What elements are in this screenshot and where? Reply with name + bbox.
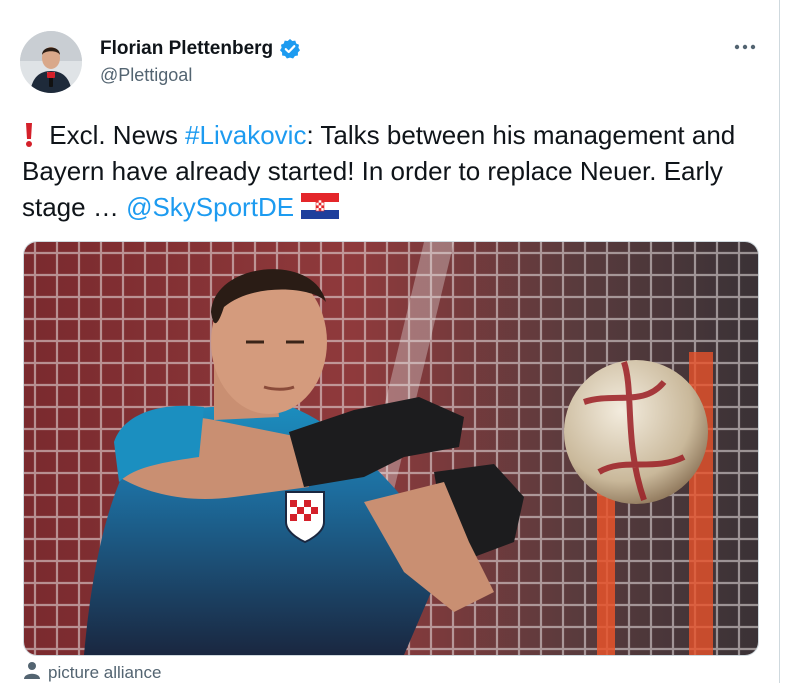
mention-link[interactable]: @SkySportDE (126, 192, 294, 222)
tweet-text-part1: Excl. News (49, 120, 186, 150)
credit-text: picture alliance (48, 662, 162, 682)
verified-badge-icon[interactable] (279, 38, 301, 60)
avatar[interactable] (20, 31, 82, 93)
author-name-row: Florian Plettenberg (100, 38, 301, 60)
image-credit: picture alliance (24, 661, 161, 684)
hashtag-link[interactable]: #Livakovic (185, 120, 306, 150)
author-handle[interactable]: @Plettigoal (100, 65, 192, 86)
tweet-media-image[interactable] (23, 241, 759, 656)
more-options-icon[interactable] (730, 36, 760, 58)
goalkeeper-photo (24, 242, 758, 655)
exclamation-icon (22, 120, 49, 150)
tweet-card: Florian Plettenberg @Plettigoal Excl. Ne… (0, 0, 780, 683)
tweet-text: Excl. News #Livakovic: Talks between his… (22, 117, 762, 228)
author-display-name[interactable]: Florian Plettenberg (100, 38, 273, 60)
croatia-flag-icon (301, 192, 340, 228)
person-icon (24, 661, 40, 684)
